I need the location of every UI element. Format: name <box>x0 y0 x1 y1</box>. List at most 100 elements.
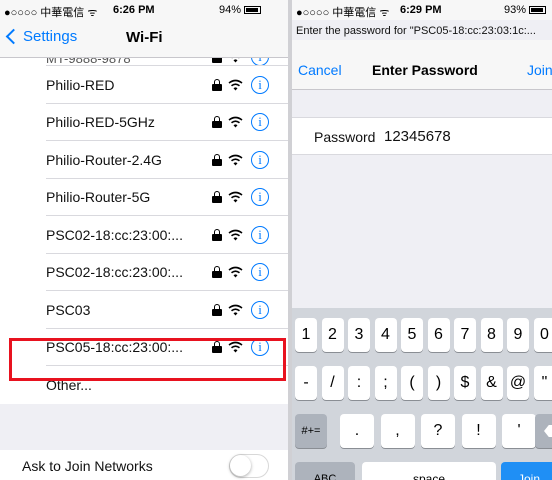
keyboard-key[interactable]: 7 <box>454 318 476 352</box>
wifi-signal-icon <box>228 229 243 241</box>
network-row[interactable]: PSC02-18:cc:23:00:... i <box>0 216 288 254</box>
info-icon[interactable]: i <box>251 75 269 94</box>
info-icon[interactable]: i <box>251 188 269 207</box>
network-list: MT-9888-9878 i Philio-REDiPhilio-RED-5GH… <box>0 58 288 404</box>
battery-icon <box>529 6 547 15</box>
network-name: PSC03 <box>46 301 91 318</box>
keyboard-key[interactable]: " <box>533 366 552 400</box>
navigation-bar: Settings Wi-Fi <box>0 20 288 58</box>
keyboard-key[interactable]: @ <box>507 366 529 400</box>
wifi-signal-icon <box>228 191 243 203</box>
keyboard-key[interactable]: & <box>480 366 503 400</box>
network-rows: Philio-RED i Philio-RED-5GHz i Philio-Router… <box>0 66 288 366</box>
keyboard-key[interactable]: - <box>295 366 317 400</box>
keyboard-key[interactable]: ( <box>401 366 423 400</box>
network-row[interactable]: PSC02-18:cc:23:00:... i <box>0 254 288 291</box>
lock-icon <box>212 58 222 63</box>
join-key[interactable]: Join <box>501 462 552 480</box>
network-icons: i <box>212 150 269 169</box>
lock-icon <box>212 191 222 204</box>
delete-icon <box>544 425 552 437</box>
info-icon[interactable]: i <box>251 113 269 132</box>
keyboard-key[interactable]: 4 <box>374 318 397 352</box>
info-icon[interactable]: i <box>251 225 269 244</box>
keyboard-key[interactable]: , <box>380 414 415 448</box>
keyboard-key[interactable]: ; <box>374 366 397 400</box>
keyboard-key[interactable]: ' <box>502 414 536 448</box>
network-icons: i <box>212 75 269 94</box>
keyboard-key[interactable]: ? <box>421 414 455 448</box>
section-gap <box>0 416 288 450</box>
other-network-row[interactable]: Other... <box>0 366 288 404</box>
wifi-signal-icon <box>231 58 240 63</box>
carrier-label: ●○○○○ 中華電信 ᯤ <box>296 7 390 19</box>
network-name: Philio-RED <box>46 76 115 93</box>
keyboard-key[interactable]: ) <box>427 366 450 400</box>
cancel-button[interactable]: Cancel <box>298 62 342 78</box>
battery-percent: 94% <box>219 4 242 16</box>
wifi-signal-icon <box>228 341 243 353</box>
password-field[interactable]: 12345678 <box>384 128 451 145</box>
lock-icon <box>212 153 222 166</box>
keyboard-key[interactable]: 6 <box>427 318 450 352</box>
battery-icon <box>244 6 262 15</box>
info-icon[interactable]: i <box>251 263 269 282</box>
chevron-left-icon <box>5 28 22 45</box>
keyboard-key[interactable]: 1 <box>295 318 317 352</box>
keyboard-key[interactable]: 3 <box>348 318 370 352</box>
enter-password-screen: ●○○○○ 中華電信 ᯤ 6:29 PM 93% Enter the passw… <box>292 0 552 480</box>
network-row[interactable]: Philio-Router-5G i <box>0 179 288 216</box>
back-label: Settings <box>23 28 78 45</box>
keyboard-key[interactable]: / <box>321 366 344 400</box>
lock-icon <box>212 341 222 354</box>
network-icons: i <box>212 225 269 244</box>
wifi-signal-icon <box>228 116 243 128</box>
network-row[interactable]: PSC05-18:cc:23:00:... i <box>0 329 288 366</box>
battery-percent: 93% <box>504 4 527 16</box>
password-row[interactable]: Password 12345678 <box>292 117 552 155</box>
info-icon[interactable]: i <box>251 300 269 319</box>
info-icon[interactable]: i <box>251 150 269 169</box>
lock-icon <box>212 78 222 91</box>
network-row[interactable]: PSC03 i <box>0 291 288 329</box>
network-row-partial[interactable]: MT-9888-9878 i <box>0 58 288 66</box>
keyboard-key[interactable]: . <box>340 414 374 448</box>
back-button[interactable]: Settings <box>4 28 77 45</box>
wifi-signal-icon <box>228 79 243 91</box>
keyboard-key[interactable]: 2 <box>321 318 344 352</box>
carrier-label: ●○○○○ 中華電信 ᯤ <box>4 7 98 19</box>
ask-to-join-toggle[interactable] <box>229 454 269 478</box>
keyboard-key[interactable]: $ <box>454 366 476 400</box>
symbols-key[interactable]: #+= <box>295 414 327 448</box>
keyboard-key[interactable]: 8 <box>480 318 503 352</box>
space-key[interactable]: space <box>362 462 496 480</box>
ask-to-join-row: Ask to Join Networks <box>0 450 288 480</box>
abc-key[interactable]: ABC <box>295 462 355 480</box>
lock-icon <box>212 303 222 316</box>
join-button[interactable]: Join <box>527 62 552 78</box>
keyboard-key[interactable]: 5 <box>401 318 423 352</box>
keyboard-key[interactable]: : <box>348 366 370 400</box>
network-name: Philio-Router-5G <box>46 189 151 206</box>
keyboard-key[interactable]: 9 <box>507 318 529 352</box>
info-icon[interactable]: i <box>251 338 269 357</box>
page-title: Enter Password <box>372 62 478 78</box>
network-row[interactable]: Philio-RED i <box>0 66 288 104</box>
network-row[interactable]: Philio-Router-2.4G i <box>0 141 288 179</box>
clock: 6:29 PM <box>400 4 442 16</box>
wifi-signal-icon <box>228 266 243 278</box>
delete-key[interactable] <box>535 414 552 448</box>
network-icons: i <box>212 113 269 132</box>
status-bar: ●○○○○ 中華電信 ᯤ 6:26 PM 94% <box>0 0 288 20</box>
navigation-bar: Cancel Enter Password Join <box>292 40 552 90</box>
network-name: PSC05-18:cc:23:00:... <box>46 339 183 356</box>
network-icons: i <box>212 263 269 282</box>
wifi-signal-icon <box>228 154 243 166</box>
keyboard-key[interactable]: 0 <box>533 318 552 352</box>
ask-to-join-label: Ask to Join Networks <box>22 458 153 474</box>
clock: 6:26 PM <box>113 4 155 16</box>
network-row[interactable]: Philio-RED-5GHz i <box>0 104 288 141</box>
toggle-knob <box>230 455 251 476</box>
lock-icon <box>212 228 222 241</box>
keyboard-key[interactable]: ! <box>461 414 496 448</box>
